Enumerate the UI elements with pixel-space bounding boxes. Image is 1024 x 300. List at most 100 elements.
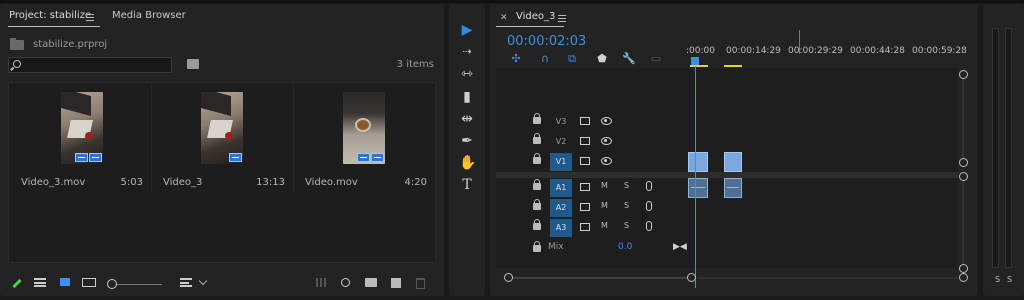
- lock-icon[interactable]: [533, 199, 541, 210]
- lock-icon[interactable]: [533, 219, 541, 230]
- solo-button[interactable]: S: [624, 221, 629, 230]
- sequence-tab[interactable]: Video_3: [516, 11, 555, 22]
- scroll-handle-left[interactable]: [687, 273, 696, 282]
- toggle-sync-lock-icon[interactable]: [580, 117, 590, 125]
- video-scroll-top-handle[interactable]: [959, 70, 968, 79]
- find-icon[interactable]: [341, 278, 350, 287]
- grid-divider: [151, 83, 152, 193]
- slip-tool-icon[interactable]: ⇹: [459, 111, 475, 127]
- selection-tool-icon[interactable]: ▶: [459, 22, 475, 38]
- track-target-v2[interactable]: V2: [550, 133, 572, 151]
- clip-duration: 4:20: [404, 177, 427, 188]
- audio-meter-right: [1005, 28, 1012, 268]
- trash-icon[interactable]: [416, 278, 425, 289]
- audio-scroll-top-handle[interactable]: [959, 172, 968, 181]
- razor-tool-icon[interactable]: ▮: [459, 89, 475, 105]
- mute-button[interactable]: M: [601, 221, 608, 230]
- freeform-view-icon[interactable]: [82, 278, 96, 287]
- timeline-video-clip[interactable]: [688, 152, 708, 172]
- new-item-icon[interactable]: [391, 278, 401, 288]
- mute-button[interactable]: M: [601, 181, 608, 190]
- video-scroll-bottom-handle[interactable]: [959, 158, 968, 167]
- lock-icon[interactable]: [533, 153, 541, 164]
- header-horizontal-scrollbar[interactable]: [504, 277, 694, 279]
- close-icon[interactable]: ✕: [500, 13, 508, 23]
- clip-item[interactable]: Video_3.mov 5:03: [11, 89, 151, 189]
- playhead-handle[interactable]: [691, 57, 699, 65]
- playhead-timecode[interactable]: 00:00:02:03: [507, 34, 586, 49]
- automate-to-sequence-icon[interactable]: [316, 278, 328, 287]
- toggle-sync-lock-icon[interactable]: [580, 137, 590, 145]
- zoom-slider-handle[interactable]: [107, 279, 117, 289]
- track-target-a1[interactable]: A1: [550, 179, 572, 197]
- track-target-a2[interactable]: A2: [550, 199, 572, 217]
- audio-vertical-scrollbar[interactable]: [962, 180, 964, 270]
- scroll-handle-right[interactable]: [959, 273, 968, 282]
- timeline-audio-clip[interactable]: [688, 178, 708, 198]
- toggle-sync-lock-icon[interactable]: [580, 157, 590, 165]
- list-view-icon[interactable]: [34, 278, 46, 287]
- eye-icon[interactable]: [601, 137, 612, 145]
- search-input[interactable]: [8, 57, 172, 73]
- solo-right-button[interactable]: S: [1007, 275, 1012, 284]
- eye-icon[interactable]: [601, 117, 612, 125]
- lock-icon[interactable]: [533, 241, 541, 252]
- microphone-icon[interactable]: [646, 201, 652, 211]
- hand-tool-icon[interactable]: ✋: [459, 155, 476, 171]
- clip-duration: 13:13: [256, 177, 285, 188]
- wrench-icon[interactable]: 🔧: [622, 53, 636, 65]
- panel-menu-icon[interactable]: [86, 14, 94, 21]
- clip-item[interactable]: Video_3 13:13: [153, 89, 293, 189]
- new-bin-from-search-icon[interactable]: [187, 59, 199, 69]
- pencil-icon[interactable]: [12, 278, 22, 289]
- toggle-sync-lock-icon[interactable]: [580, 183, 590, 191]
- captions-icon[interactable]: ▭: [650, 53, 662, 65]
- tab-media-browser[interactable]: Media Browser: [112, 10, 186, 21]
- zoom-slider-track[interactable]: [112, 284, 162, 285]
- clip-thumbnail[interactable]: [201, 92, 243, 164]
- track-target-v1[interactable]: V1: [550, 153, 572, 171]
- timeline-video-clip[interactable]: [724, 152, 742, 172]
- toggle-sync-lock-icon[interactable]: [580, 223, 590, 231]
- solo-button[interactable]: S: [624, 181, 629, 190]
- chevron-down-icon[interactable]: [198, 276, 208, 286]
- bowtie-icon[interactable]: ▶◀: [673, 242, 687, 252]
- new-bin-icon[interactable]: [365, 278, 377, 287]
- track-target-v3[interactable]: V3: [550, 113, 572, 131]
- sort-icon[interactable]: [180, 278, 192, 287]
- audio-scroll-bottom-handle[interactable]: [959, 264, 968, 273]
- lock-icon[interactable]: [533, 179, 541, 190]
- microphone-icon[interactable]: [646, 221, 652, 231]
- snap-icon[interactable]: ∩: [539, 53, 551, 65]
- lock-icon[interactable]: [533, 113, 541, 124]
- toggle-sync-lock-icon[interactable]: [580, 203, 590, 211]
- lock-icon[interactable]: [533, 133, 541, 144]
- ripple-edit-tool-icon[interactable]: ⇿: [459, 66, 475, 82]
- time-ruler[interactable]: :00:00 00:00:14:29 00:00:29:29 00:00:44:…: [686, 30, 978, 68]
- mute-button[interactable]: M: [601, 201, 608, 210]
- linked-selection-icon[interactable]: ⧉: [566, 53, 578, 65]
- timeline-horizontal-scrollbar[interactable]: [697, 277, 963, 279]
- panel-menu-icon[interactable]: [558, 15, 566, 22]
- work-area-bar[interactable]: [724, 65, 742, 67]
- video-vertical-scrollbar[interactable]: [962, 76, 964, 166]
- clip-thumbnail[interactable]: [343, 92, 385, 164]
- nest-icon[interactable]: ✣: [510, 53, 522, 65]
- microphone-icon[interactable]: [646, 181, 652, 191]
- work-area-bar[interactable]: [690, 65, 708, 67]
- eye-icon[interactable]: [601, 157, 612, 165]
- mix-volume-value[interactable]: 0.0: [618, 242, 632, 252]
- solo-button[interactable]: S: [624, 201, 629, 210]
- type-tool-icon[interactable]: T: [459, 177, 475, 193]
- tab-project[interactable]: Project: stabilize: [9, 10, 91, 21]
- timeline-audio-clip[interactable]: [724, 178, 742, 198]
- track-select-tool-icon[interactable]: ⇢: [459, 44, 475, 60]
- track-target-a3[interactable]: A3: [550, 219, 572, 237]
- pen-tool-icon[interactable]: ✒: [459, 133, 475, 149]
- icon-view-icon[interactable]: [60, 278, 70, 286]
- solo-left-button[interactable]: S: [995, 275, 1000, 284]
- add-marker-icon[interactable]: ⬟: [596, 53, 608, 65]
- clip-item[interactable]: Video.mov 4:20: [295, 89, 435, 189]
- clip-thumbnail[interactable]: [61, 92, 103, 164]
- scroll-handle-left[interactable]: [504, 273, 513, 282]
